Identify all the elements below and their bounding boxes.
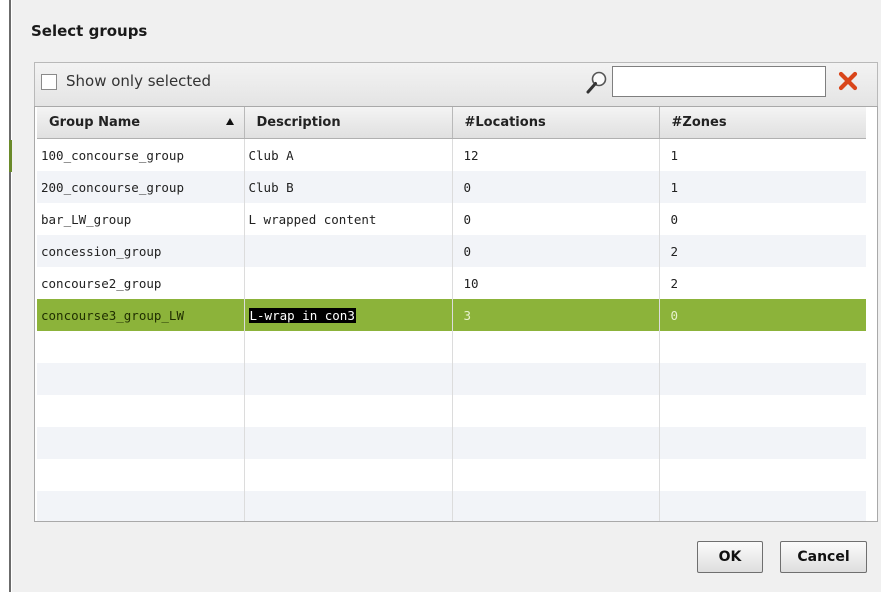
table-row[interactable]: concession_group 0 2 [37,235,866,267]
clear-search-icon[interactable] [838,71,858,91]
locations-cell: 0 [452,171,660,203]
show-only-selected-checkbox[interactable] [41,74,57,90]
cancel-button[interactable]: Cancel [780,541,867,573]
column-header-label: Group Name [49,115,141,130]
groups-table: Group Name Description #Locations #Zones… [34,106,878,522]
group-name-cell: concession_group [37,235,245,267]
empty-row [37,459,866,491]
zones-cell: 2 [659,235,866,267]
table-row[interactable]: concourse2_group 10 2 [37,267,866,299]
description-cell: L wrapped content [244,203,453,235]
column-header-description[interactable]: Description [244,107,453,139]
zones-cell: 1 [659,138,866,171]
group-name-cell: 100_concourse_group [37,138,245,171]
sort-ascending-icon [225,118,234,125]
group-name-cell: bar_LW_group [37,203,245,235]
column-header-locations[interactable]: #Locations [452,107,660,139]
group-name-cell: concourse3_group_LW [37,299,245,331]
table-row[interactable]: 200_concourse_group Club B 0 1 [37,171,866,203]
empty-row [37,491,866,521]
group-name-cell: concourse2_group [37,267,245,299]
group-name-cell: 200_concourse_group [37,171,245,203]
description-edit-highlight[interactable]: L-wrap in con3 [248,307,356,323]
column-header-group-name[interactable]: Group Name [37,107,245,139]
column-header-zones[interactable]: #Zones [659,107,866,139]
search-input[interactable] [612,66,826,97]
background-page-edge [9,0,11,592]
zones-cell: 2 [659,267,866,299]
zones-cell: 0 [659,203,866,235]
locations-cell: 3 [452,299,660,331]
show-only-selected-label[interactable]: Show only selected [66,72,211,90]
description-cell: Club B [244,171,453,203]
empty-row [37,427,866,459]
table-row-selected[interactable]: concourse3_group_LW L-wrap in con3 3 0 [37,299,866,331]
filter-toolbar: Show only selected [34,62,878,106]
column-header-label: Description [256,115,341,130]
column-header-label: #Locations [464,115,546,130]
table-row[interactable]: 100_concourse_group Club A 12 1 [37,138,866,171]
empty-row [37,395,866,427]
empty-row [37,363,866,395]
table-header-row: Group Name Description #Locations #Zones [37,107,866,139]
locations-cell: 10 [452,267,660,299]
locations-cell: 0 [452,235,660,267]
empty-row [37,331,866,363]
locations-cell: 12 [452,138,660,171]
zones-cell: 1 [659,171,866,203]
select-groups-dialog: Select groups Show only selected Group N… [12,0,881,592]
ok-button[interactable]: OK [697,541,763,573]
description-cell-editing[interactable]: L-wrap in con3 [244,299,453,331]
search-icon[interactable] [584,70,608,96]
description-cell [244,235,453,267]
description-cell: Club A [244,138,453,171]
locations-cell: 0 [452,203,660,235]
column-header-label: #Zones [671,115,727,130]
dialog-title: Select groups [31,22,148,40]
table-row[interactable]: bar_LW_group L wrapped content 0 0 [37,203,866,235]
zones-cell: 0 [659,299,866,331]
description-cell [244,267,453,299]
